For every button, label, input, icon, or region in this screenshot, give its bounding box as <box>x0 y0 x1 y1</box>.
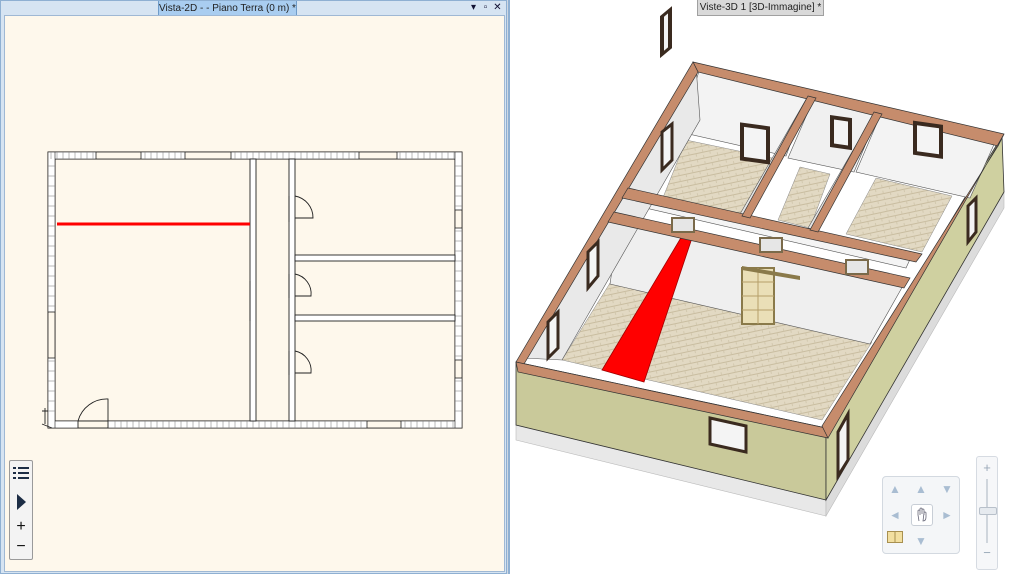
zoom-in-button[interactable]: + <box>10 516 32 538</box>
tilt-down-icon[interactable]: ▼ <box>939 481 955 497</box>
play-icon[interactable] <box>10 491 32 513</box>
zoom-rail: + − <box>976 456 998 570</box>
plan-2d-pane: Vista-2D - - Piano Terra (0 m) * ▾ ▫ ✕ +… <box>0 0 507 574</box>
zoom-out-3d-button[interactable]: − <box>979 545 995 561</box>
doors <box>41 195 314 429</box>
dropdown-icon[interactable]: ▾ <box>469 2 478 13</box>
interior-walls <box>249 158 456 422</box>
navigation-pad: ▲ ▲ ▼ ◄ ► ▼ <box>882 476 960 554</box>
plan-canvas[interactable]: + − <box>4 15 505 572</box>
move-down-button[interactable]: ▼ <box>913 533 929 549</box>
move-up-button[interactable]: ▲ <box>913 481 929 497</box>
hand-icon[interactable] <box>911 504 933 526</box>
close-icon[interactable]: ✕ <box>493 2 502 13</box>
floor-plan[interactable] <box>5 16 504 571</box>
zoom-out-button[interactable]: − <box>10 536 32 558</box>
view-3d-pane: Viste-3D 1 [3D-Immagine] * ▲ ▲ ▼ ◄ ► ▼ +… <box>508 0 1012 574</box>
plan-toolbar: + − <box>9 460 33 560</box>
list-icon[interactable] <box>10 462 32 484</box>
maximize-icon[interactable]: ▫ <box>481 2 490 13</box>
window-buttons: ▾ ▫ ✕ <box>469 2 502 13</box>
zoom-slider-thumb[interactable] <box>979 507 997 515</box>
zoom-in-3d-button[interactable]: + <box>979 460 995 476</box>
tilt-up-icon[interactable]: ▲ <box>887 481 903 497</box>
move-right-button[interactable]: ► <box>939 507 955 523</box>
move-left-button[interactable]: ◄ <box>887 507 903 523</box>
layout-icon[interactable] <box>887 531 903 547</box>
